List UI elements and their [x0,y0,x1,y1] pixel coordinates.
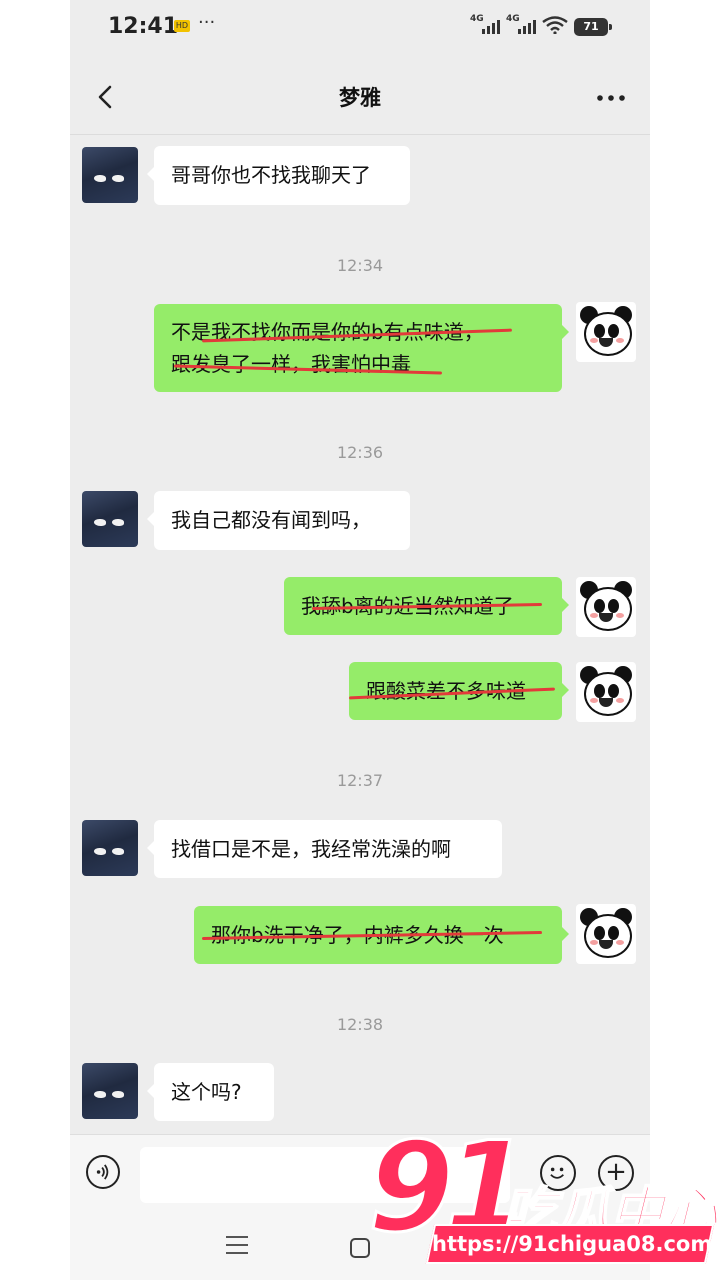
message-bubble-outgoing[interactable]: 跟酸菜差不多味道 [349,662,569,720]
message-bubble-incoming[interactable]: 这个吗? [147,1063,274,1121]
status-bar: 12:41 HD ··· 4G 4G 71 [70,0,650,56]
phone-screen: 12:41 HD ··· 4G 4G 71 梦雅 哥哥你也不找我聊天了 12:3… [70,0,650,1280]
wifi-icon [542,16,568,34]
recent-apps-icon[interactable] [226,1236,248,1254]
contact-avatar[interactable] [82,820,138,876]
signal-bars-icon [482,20,500,34]
contact-avatar[interactable] [82,1063,138,1119]
notification-dots: ··· [198,12,216,33]
message-bubble-incoming[interactable]: 我自己都没有闻到吗， [147,491,410,550]
chat-header: 梦雅 [70,60,650,135]
panda-avatar[interactable] [576,904,636,964]
contact-avatar[interactable] [82,491,138,547]
panda-avatar[interactable] [576,577,636,637]
home-icon[interactable] [350,1238,370,1258]
status-time: 12:41 [108,14,179,39]
timestamp: 12:38 [336,1015,384,1034]
message-bubble-incoming[interactable]: 找借口是不是，我经常洗澡的啊 [147,820,502,878]
message-bubble-incoming[interactable]: 哥哥你也不找我聊天了 [147,146,410,205]
watermark-logo: 91 吃瓜中心 https://91chigua08.com [367,1115,720,1280]
signal-bars-icon [518,20,536,34]
message-line: 跟发臭了一样，我害怕中毒 [171,352,411,376]
message-bubble-outgoing[interactable]: 那你b洗干净了，内裤多久换一次 [194,906,569,964]
timestamp: 12:36 [336,443,384,462]
message-bubble-outgoing[interactable]: 我舔b离的近当然知道了 [284,577,569,635]
panda-avatar[interactable] [576,662,636,722]
timestamp: 12:34 [336,256,384,275]
more-dots-icon[interactable] [596,93,626,103]
watermark-url: https://91chigua08.com [432,1232,713,1256]
watermark-url-badge: https://91chigua08.com [425,1224,715,1264]
battery-icon: 71 [574,18,612,36]
sim-badge-icon: HD [174,20,190,32]
message-bubble-outgoing[interactable]: 不是我不找你而是你的b有点味道， 跟发臭了一样，我害怕中毒 [154,304,569,392]
contact-avatar[interactable] [82,147,138,203]
timestamp: 12:37 [336,771,384,790]
voice-icon[interactable] [86,1155,120,1189]
chat-title: 梦雅 [339,86,381,110]
panda-avatar[interactable] [576,302,636,362]
